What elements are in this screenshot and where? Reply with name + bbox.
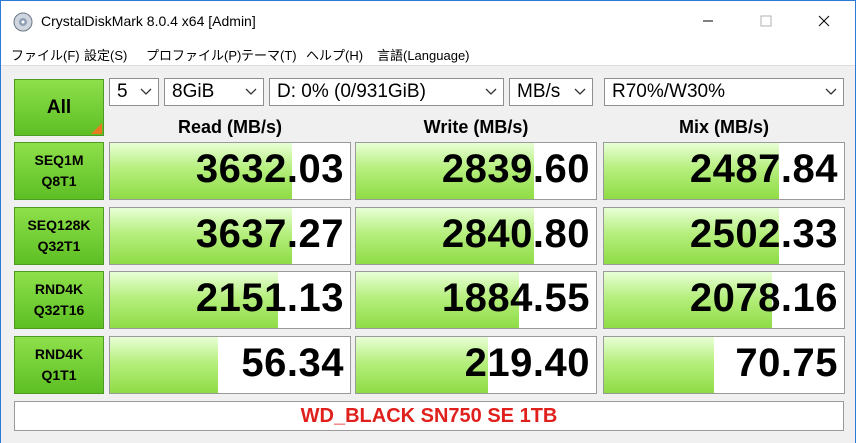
test-name: SEQ128K <box>27 217 91 233</box>
main-panel: All 5 8GiB D: 0% (0/931GiB) MB/s R70%/W3… <box>1 67 855 443</box>
test-params: Q32T1 <box>37 238 81 254</box>
menu-profile[interactable]: プロファイル(P) <box>146 45 241 64</box>
close-icon <box>818 15 830 27</box>
write-header: Write (MB/s) <box>423 117 529 137</box>
menu-settings[interactable]: 設定(S) <box>84 45 127 64</box>
result-write-seq128k: 2840.80 <box>355 207 597 265</box>
menu-bar: ファイル(F) 設定(S) プロファイル(P) テーマ(T) ヘルプ(H) 言語… <box>1 41 855 66</box>
result-write-seq1m: 2839.60 <box>355 142 597 200</box>
unit-select[interactable]: MB/s <box>509 78 593 106</box>
test-params: Q32T16 <box>33 302 85 318</box>
close-button[interactable] <box>801 1 847 41</box>
minimize-button[interactable] <box>685 1 731 41</box>
size-value: 8GiB <box>172 81 215 102</box>
result-value: 2487.84 <box>689 147 838 191</box>
all-button-label: All <box>46 96 72 118</box>
window-title: CrystalDiskMark 8.0.4 x64 [Admin] <box>41 13 256 29</box>
result-value: 2839.60 <box>441 147 590 191</box>
mix-value: R70%/W30% <box>612 81 725 102</box>
size-select[interactable]: 8GiB <box>164 78 264 106</box>
result-write-rnd4k-q1t1: 219.40 <box>355 336 597 394</box>
test-params: Q1T1 <box>41 367 77 383</box>
result-read-seq128k: 3637.27 <box>109 207 351 265</box>
chevron-down-icon <box>140 88 152 95</box>
result-value: 3632.03 <box>195 147 344 191</box>
count-select[interactable]: 5 <box>109 78 159 106</box>
menu-theme[interactable]: テーマ(T) <box>241 45 297 64</box>
result-bar <box>604 337 715 393</box>
test-button-rnd4k-q1t1[interactable]: RND4K Q1T1 <box>14 336 104 394</box>
result-value: 3637.27 <box>195 212 344 256</box>
drive-select[interactable]: D: 0% (0/931GiB) <box>269 78 504 106</box>
menu-file[interactable]: ファイル(F) <box>11 45 80 64</box>
mix-header: Mix (MB/s) <box>679 117 769 137</box>
drive-value: D: 0% (0/931GiB) <box>277 81 426 102</box>
app-icon <box>13 12 33 32</box>
maximize-button[interactable] <box>743 1 789 41</box>
result-value: 219.40 <box>464 341 590 385</box>
unit-value: MB/s <box>517 81 561 102</box>
maximize-icon <box>760 15 772 27</box>
result-read-rnd4k-q32t16: 2151.13 <box>109 271 351 329</box>
result-read-seq1m: 3632.03 <box>109 142 351 200</box>
title-bar[interactable]: CrystalDiskMark 8.0.4 x64 [Admin] <box>1 1 855 41</box>
test-params: Q8T1 <box>41 173 77 189</box>
menu-language[interactable]: 言語(Language) <box>377 45 470 64</box>
test-name: SEQ1M <box>34 152 84 168</box>
chevron-down-icon <box>574 88 586 95</box>
result-value: 70.75 <box>735 341 838 385</box>
result-value: 2840.80 <box>441 212 590 256</box>
test-name: RND4K <box>34 281 84 297</box>
test-button-seq1m-q8t1[interactable]: SEQ1M Q8T1 <box>14 142 104 200</box>
minimize-icon <box>703 20 713 22</box>
result-read-rnd4k-q1t1: 56.34 <box>109 336 351 394</box>
result-mix-rnd4k-q32t16: 2078.16 <box>603 271 845 329</box>
result-value: 2502.33 <box>689 212 838 256</box>
result-mix-seq128k: 2502.33 <box>603 207 845 265</box>
test-name: RND4K <box>34 346 84 362</box>
menu-help[interactable]: ヘルプ(H) <box>306 45 363 64</box>
corner-marker-icon <box>91 123 102 134</box>
result-value: 2151.13 <box>195 276 344 320</box>
count-value: 5 <box>117 81 128 102</box>
test-button-seq128k-q32t1[interactable]: SEQ128K Q32T1 <box>14 207 104 265</box>
result-value: 2078.16 <box>689 276 838 320</box>
chevron-down-icon <box>825 88 837 95</box>
result-mix-rnd4k-q1t1: 70.75 <box>603 336 845 394</box>
app-window: CrystalDiskMark 8.0.4 x64 [Admin] ファイル(F… <box>0 0 856 443</box>
test-button-rnd4k-q32t16[interactable]: RND4K Q32T16 <box>14 271 104 329</box>
result-mix-seq1m: 2487.84 <box>603 142 845 200</box>
all-button[interactable]: All <box>14 79 104 136</box>
result-write-rnd4k-q32t16: 1884.55 <box>355 271 597 329</box>
result-bar <box>110 337 218 393</box>
chevron-down-icon <box>245 88 257 95</box>
comment-field[interactable]: WD_BLACK SN750 SE 1TB <box>14 401 844 431</box>
chevron-down-icon <box>485 88 497 95</box>
result-value: 56.34 <box>241 341 344 385</box>
result-value: 1884.55 <box>441 276 590 320</box>
mix-select[interactable]: R70%/W30% <box>604 78 844 106</box>
read-header: Read (MB/s) <box>177 117 282 137</box>
